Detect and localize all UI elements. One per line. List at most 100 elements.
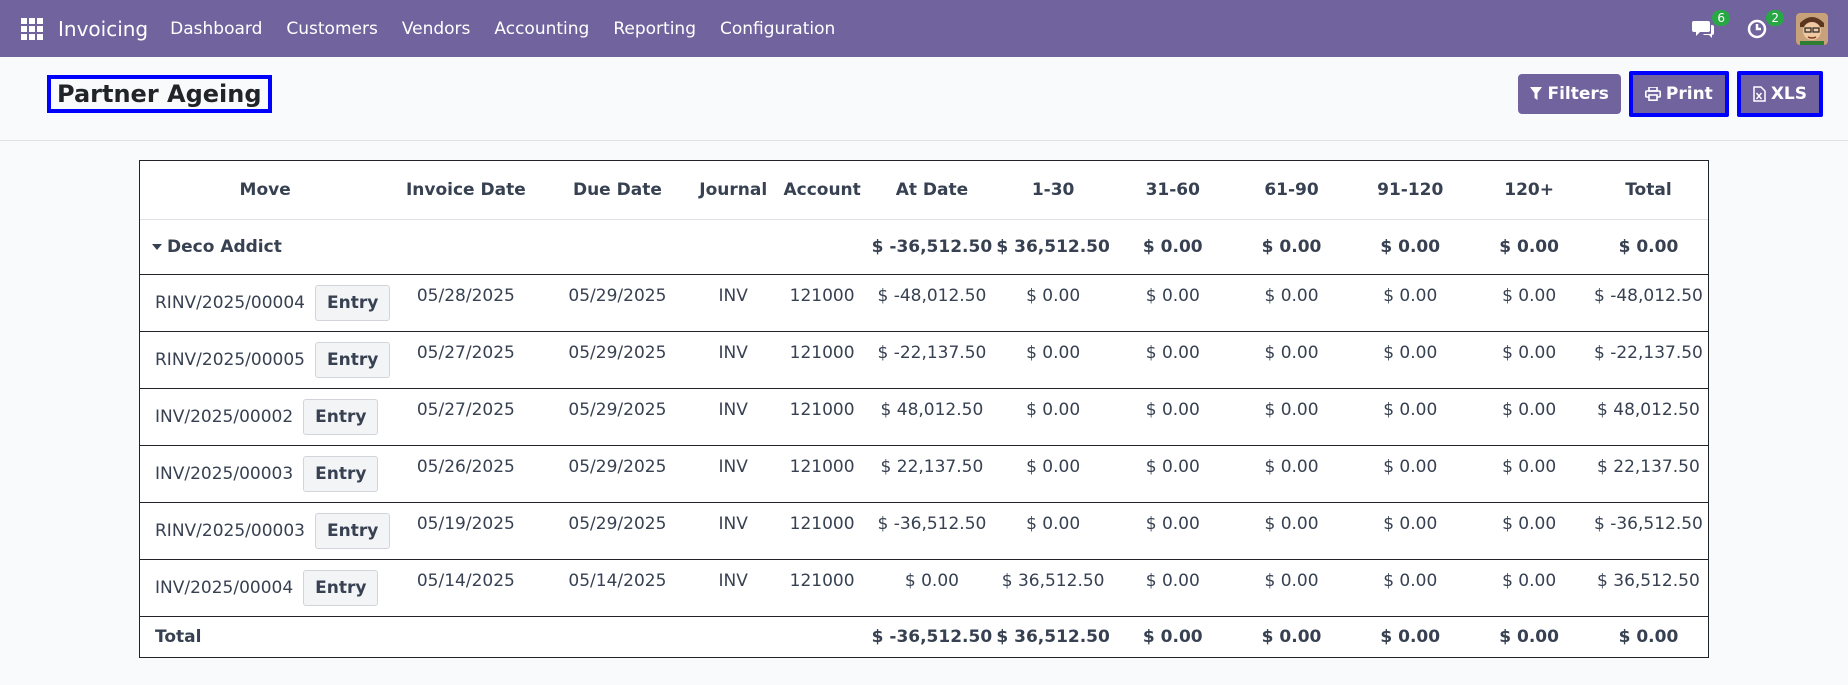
partner-total: $ 0.00	[1588, 219, 1708, 275]
menu-reporting[interactable]: Reporting	[601, 19, 708, 39]
cell-120-plus: $ 0.00	[1469, 559, 1589, 617]
report-actions: Filters Print XLS	[1510, 71, 1823, 117]
cell-due-date: 05/29/2025	[541, 274, 694, 332]
partner-row[interactable]: Deco Addict $ -36,512.50 $ 36,512.50 $ 0…	[140, 219, 1708, 275]
cell-31-60: $ 0.00	[1113, 274, 1232, 332]
col-invoice-date: Invoice Date	[405, 179, 526, 200]
entry-button[interactable]: Entry	[314, 341, 391, 378]
cell-total: $ -22,137.50	[1588, 331, 1708, 389]
cell-120-plus: $ 0.00	[1469, 388, 1589, 446]
menu-dashboard[interactable]: Dashboard	[158, 19, 274, 39]
page-title: Partner Ageing	[47, 75, 272, 113]
cell-at-date: $ 0.00	[871, 559, 993, 617]
cell-due-date: 05/29/2025	[541, 388, 694, 446]
move-cell: RINV/2025/00004 Entry	[140, 274, 391, 332]
entry-button[interactable]: Entry	[314, 284, 391, 321]
clock-icon	[1747, 19, 1767, 38]
table-row: RINV/2025/00003 Entry 05/19/2025 05/29/2025…	[140, 502, 1708, 560]
messages-button[interactable]: 6	[1688, 9, 1730, 44]
xls-label: XLS	[1770, 84, 1807, 104]
move-cell: INV/2025/00004 Entry	[140, 559, 391, 617]
move-cell: RINV/2025/00003 Entry	[140, 502, 391, 560]
filters-button[interactable]: Filters	[1518, 74, 1621, 114]
partner-31-60: $ 0.00	[1113, 219, 1232, 275]
cell-total: $ 22,137.50	[1588, 445, 1708, 503]
cell-account: 121000	[773, 445, 872, 503]
ageing-table-container: Move Invoice Date Due Date Journal Accou…	[139, 160, 1709, 658]
control-panel: Partner Ageing Filters Print XLS	[0, 57, 1848, 141]
menu-accounting[interactable]: Accounting	[482, 19, 601, 39]
apps-menu-icon[interactable]	[21, 17, 43, 40]
cell-61-90: $ 0.00	[1231, 502, 1352, 560]
cell-journal: INV	[693, 502, 774, 560]
col-account: Account	[783, 179, 861, 200]
cell-total: $ -48,012.50	[1588, 274, 1708, 332]
cell-due-date: 05/29/2025	[541, 502, 694, 560]
col-total: Total	[1625, 179, 1672, 200]
print-label: Print	[1665, 84, 1713, 104]
move-cell: RINV/2025/00005 Entry	[140, 331, 391, 389]
partner-toggle[interactable]: Deco Addict	[140, 219, 872, 275]
table-row: INV/2025/00003 Entry 05/26/2025 05/29/2025 I…	[140, 445, 1708, 503]
entry-button[interactable]: Entry	[303, 569, 379, 606]
activities-button[interactable]: 2	[1742, 9, 1784, 44]
menu-configuration[interactable]: Configuration	[708, 19, 847, 39]
cell-account: 121000	[773, 502, 872, 560]
entry-button[interactable]: Entry	[303, 455, 379, 492]
menu-vendors[interactable]: Vendors	[390, 19, 483, 39]
avatar-image	[1796, 12, 1828, 45]
user-avatar[interactable]	[1796, 12, 1828, 45]
partner-1-30: $ 36,512.50	[992, 219, 1114, 275]
total-total: $ 0.00	[1618, 626, 1679, 647]
cell-120-plus: $ 0.00	[1469, 274, 1589, 332]
filters-label: Filters	[1547, 84, 1609, 104]
move-ref: INV/2025/00004	[155, 577, 294, 598]
partner-61-90: $ 0.00	[1231, 219, 1352, 275]
menu-customers[interactable]: Customers	[274, 19, 389, 39]
cell-91-120: $ 0.00	[1351, 331, 1470, 389]
cell-journal: INV	[693, 445, 774, 503]
main-menu: Dashboard Customers Vendors Accounting R…	[158, 19, 847, 39]
caret-down-icon[interactable]	[152, 243, 162, 250]
table-row: INV/2025/00004 Entry 05/14/2025 05/14/2025 I…	[140, 559, 1708, 617]
total-91-120: $ 0.00	[1380, 626, 1441, 647]
move-ref: INV/2025/00003	[155, 463, 294, 484]
move-ref: RINV/2025/00004	[155, 292, 305, 313]
col-91-120: 91-120	[1377, 179, 1444, 200]
entry-button[interactable]: Entry	[314, 512, 391, 549]
filter-icon	[1530, 87, 1543, 101]
activities-badge: 2	[1766, 9, 1784, 26]
cell-91-120: $ 0.00	[1351, 274, 1470, 332]
cell-61-90: $ 0.00	[1231, 331, 1352, 389]
cell-61-90: $ 0.00	[1231, 445, 1352, 503]
total-row: Total $ -36,512.50 $ 36,512.50 $ 0.00 $ …	[140, 616, 1708, 657]
move-cell: INV/2025/00003 Entry	[140, 445, 391, 503]
cell-120-plus: $ 0.00	[1469, 502, 1589, 560]
cell-91-120: $ 0.00	[1351, 559, 1470, 617]
partner-at-date: $ -36,512.50	[871, 219, 993, 275]
cell-31-60: $ 0.00	[1113, 445, 1232, 503]
cell-total: $ -36,512.50	[1588, 502, 1708, 560]
cell-1-30: $ 0.00	[992, 388, 1114, 446]
col-move: Move	[239, 179, 291, 200]
entry-button[interactable]: Entry	[303, 398, 379, 435]
cell-31-60: $ 0.00	[1113, 388, 1232, 446]
cell-journal: INV	[693, 559, 774, 617]
print-button[interactable]: Print	[1628, 71, 1729, 117]
col-1-30: 1-30	[1031, 179, 1075, 200]
table-header-row: Move Invoice Date Due Date Journal Accou…	[140, 161, 1708, 219]
systray: 6 2	[1688, 0, 1828, 57]
cell-61-90: $ 0.00	[1231, 274, 1352, 332]
cell-91-120: $ 0.00	[1351, 388, 1470, 446]
table-row: RINV/2025/00004 Entry 05/28/2025 05/29/2025…	[140, 274, 1708, 332]
col-journal: Journal	[699, 179, 768, 200]
app-name[interactable]: Invoicing	[58, 17, 148, 41]
cell-91-120: $ 0.00	[1351, 502, 1470, 560]
cell-account: 121000	[773, 559, 872, 617]
xls-button[interactable]: XLS	[1736, 71, 1823, 117]
ageing-table: Move Invoice Date Due Date Journal Accou…	[140, 161, 1708, 657]
cell-at-date: $ -36,512.50	[871, 502, 993, 560]
cell-account: 121000	[773, 274, 872, 332]
cell-1-30: $ 0.00	[992, 502, 1114, 560]
cell-invoice-date: 05/27/2025	[390, 388, 542, 446]
